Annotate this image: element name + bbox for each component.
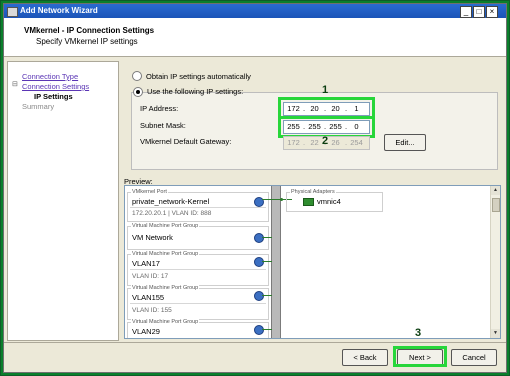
edit-gateway-button[interactable]: Edit... (384, 134, 426, 151)
marker-1: 1 (322, 84, 329, 96)
preview-scrollbar[interactable]: ▲ ▼ (490, 186, 500, 338)
ip-settings-panel: Obtain IP settings automatically Use the… (122, 61, 502, 339)
port-group-caption: Virtual Machine Port Group (131, 251, 200, 257)
vm-group-icon (254, 291, 264, 301)
scroll-up-icon[interactable]: ▲ (491, 186, 500, 195)
port-group-vlan155: Virtual Machine Port Group VLAN155 VLAN … (127, 285, 269, 320)
connector-line (262, 261, 272, 262)
nic-icon (303, 198, 314, 206)
port-group-vlan: VLAN ID: 17 (132, 273, 169, 280)
divider (130, 269, 266, 270)
port-group-caption: Virtual Machine Port Group (131, 285, 200, 291)
ip-address-label: IP Address: (140, 104, 179, 113)
next-highlight (393, 346, 447, 367)
vmkernel-port: VMkernel Port private_network-Kernel 172… (127, 189, 269, 222)
subnet-mask-label: Subnet Mask: (140, 121, 186, 130)
maximize-icon[interactable]: □ (473, 6, 485, 18)
nav-ip-settings: IP Settings (34, 92, 73, 101)
port-group-vm-network: Virtual Machine Port Group VM Network (127, 223, 269, 250)
divider (130, 303, 266, 304)
page-title: VMkernel - IP Connection Settings (24, 26, 155, 35)
window-icon (7, 7, 18, 17)
gateway-label: VMkernel Default Gateway: (140, 137, 232, 146)
nic-name: vmnic4 (317, 197, 341, 206)
title-bar: Add Network Wizard _ □ × (4, 4, 506, 18)
connector-line (262, 329, 272, 330)
port-group-name: VM Network (132, 233, 173, 242)
page-subtitle: Specify VMkernel IP settings (36, 37, 138, 46)
marker-3: 3 (415, 327, 422, 339)
wizard-header: VMkernel - IP Connection Settings Specif… (4, 18, 506, 57)
radio-auto-ip[interactable] (132, 71, 142, 81)
close-icon[interactable]: × (486, 6, 498, 18)
scroll-thumb[interactable] (492, 198, 500, 212)
vm-group-icon (254, 233, 264, 243)
wizard-window: Add Network Wizard _ □ × VMkernel - IP C… (3, 3, 507, 373)
vswitch-bar (271, 186, 281, 338)
wizard-nav: Connection Type ⊟ Connection Settings IP… (7, 61, 119, 341)
vmkernel-name: private_network-Kernel (132, 197, 210, 206)
manual-ip-label: Use the following IP settings: (147, 87, 244, 96)
vmkernel-detail: 172.20.20.1 | VLAN ID: 888 (132, 210, 212, 217)
collapse-icon[interactable]: ⊟ (12, 80, 18, 88)
port-group-vlan17: Virtual Machine Port Group VLAN17 VLAN I… (127, 251, 269, 286)
vmkernel-caption: VMkernel Port (131, 189, 168, 195)
port-group-name: VLAN29 (132, 327, 160, 336)
marker-2: 2 (322, 135, 329, 147)
port-group-vlan: VLAN ID: 155 (132, 307, 172, 314)
divider (130, 207, 266, 208)
port-group-caption: Virtual Machine Port Group (131, 223, 200, 229)
vm-group-icon (254, 257, 264, 267)
port-group-name: VLAN17 (132, 259, 160, 268)
physical-adapters: Physical Adapters vmnic4 (286, 189, 383, 212)
connector-dot (280, 198, 283, 201)
connector-line (262, 237, 272, 238)
connector-line (262, 295, 272, 296)
network-preview: VMkernel Port private_network-Kernel 172… (124, 185, 501, 339)
port-group-vlan29: Virtual Machine Port Group VLAN29 (127, 319, 269, 338)
nav-connection-settings[interactable]: Connection Settings (22, 82, 89, 91)
nav-connection-type[interactable]: Connection Type (22, 72, 78, 81)
scroll-down-icon[interactable]: ▼ (491, 329, 500, 338)
window-title: Add Network Wizard (20, 6, 98, 15)
port-group-name: VLAN155 (132, 293, 165, 302)
physical-caption: Physical Adapters (290, 189, 336, 195)
cancel-button[interactable]: Cancel (451, 349, 497, 366)
nav-summary: Summary (22, 102, 55, 111)
port-group-caption: Virtual Machine Port Group (131, 319, 200, 325)
wizard-footer: < Back Next > 3 Cancel (4, 327, 506, 373)
vm-group-icon (254, 325, 264, 335)
minimize-icon[interactable]: _ (460, 6, 472, 18)
back-button[interactable]: < Back (342, 349, 388, 366)
radio-manual-ip[interactable] (133, 87, 143, 97)
auto-ip-label: Obtain IP settings automatically (146, 72, 251, 81)
